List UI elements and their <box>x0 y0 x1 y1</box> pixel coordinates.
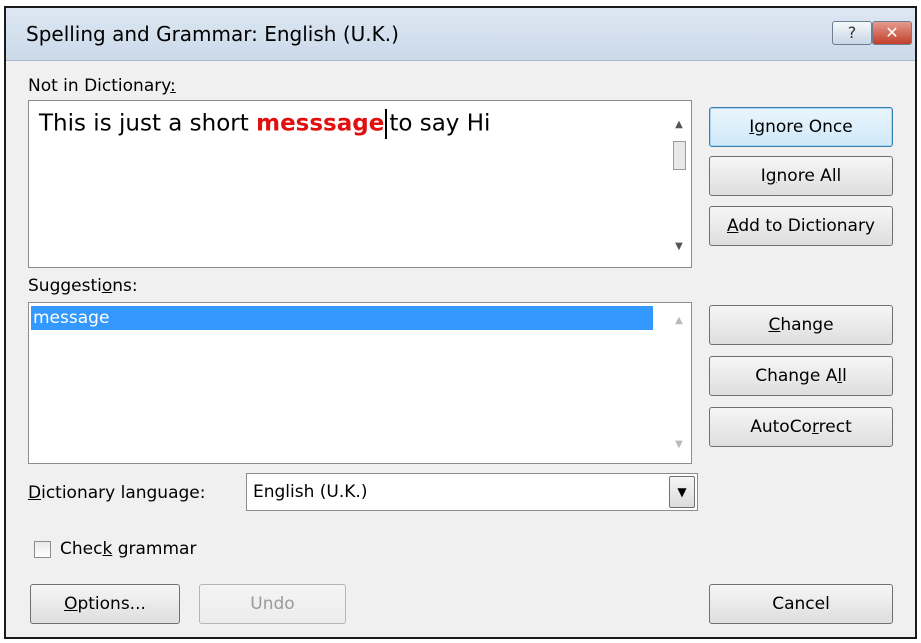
autocorrect-button[interactable]: AutoCorrect <box>709 407 893 447</box>
not-in-dictionary-label: Not in Dictionary: <box>28 76 176 96</box>
dictionary-language-select[interactable]: English (U.K.) ▼ <box>246 473 698 511</box>
check-grammar-checkbox[interactable] <box>34 541 51 558</box>
undo-button: Undo <box>199 584 346 624</box>
window-title: Spelling and Grammar: English (U.K.) <box>26 22 399 46</box>
close-icon[interactable]: ✕ <box>872 21 912 45</box>
add-to-dictionary-button[interactable]: Add to Dictionary <box>709 206 893 246</box>
dictionary-language-label: Dictionary language: <box>28 483 206 503</box>
check-grammar-label[interactable]: Check grammar <box>60 539 196 559</box>
scroll-up-icon[interactable]: ▲ <box>667 115 691 135</box>
change-button[interactable]: Change <box>709 305 893 345</box>
chevron-down-icon[interactable]: ▼ <box>669 476 695 508</box>
suggestions-label: Suggestions: <box>28 276 138 296</box>
title-bar: Spelling and Grammar: English (U.K.) ? ✕ <box>6 8 915 61</box>
cancel-button[interactable]: Cancel <box>709 584 893 624</box>
dictionary-language-value: English (U.K.) <box>253 482 368 502</box>
sentence-text: This is just a short messsage to say Hi <box>39 109 490 139</box>
misspelled-word: messsage <box>256 110 385 137</box>
scroll-up-icon[interactable]: ▲ <box>667 311 691 331</box>
ignore-once-button[interactable]: Ignore Once <box>709 107 893 147</box>
change-all-button[interactable]: Change All <box>709 356 893 396</box>
ignore-all-button[interactable]: Ignore All <box>709 156 893 196</box>
text-caret <box>385 109 388 139</box>
scroll-thumb[interactable] <box>673 141 686 170</box>
not-in-dictionary-textbox[interactable]: This is just a short messsage to say Hi ▲… <box>28 100 692 268</box>
spelling-grammar-dialog: Spelling and Grammar: English (U.K.) ? ✕… <box>4 6 917 639</box>
suggestions-list[interactable]: message ▲ ▼ <box>28 302 692 464</box>
suggestions-scrollbar[interactable]: ▲ ▼ <box>667 303 691 463</box>
textbox-scrollbar[interactable]: ▲ ▼ <box>667 101 691 267</box>
options-button[interactable]: Options... <box>30 584 180 624</box>
scroll-down-icon[interactable]: ▼ <box>667 435 691 455</box>
scroll-down-icon[interactable]: ▼ <box>667 237 691 257</box>
suggestion-item-selected[interactable]: message <box>31 306 653 330</box>
help-icon[interactable]: ? <box>832 21 872 45</box>
